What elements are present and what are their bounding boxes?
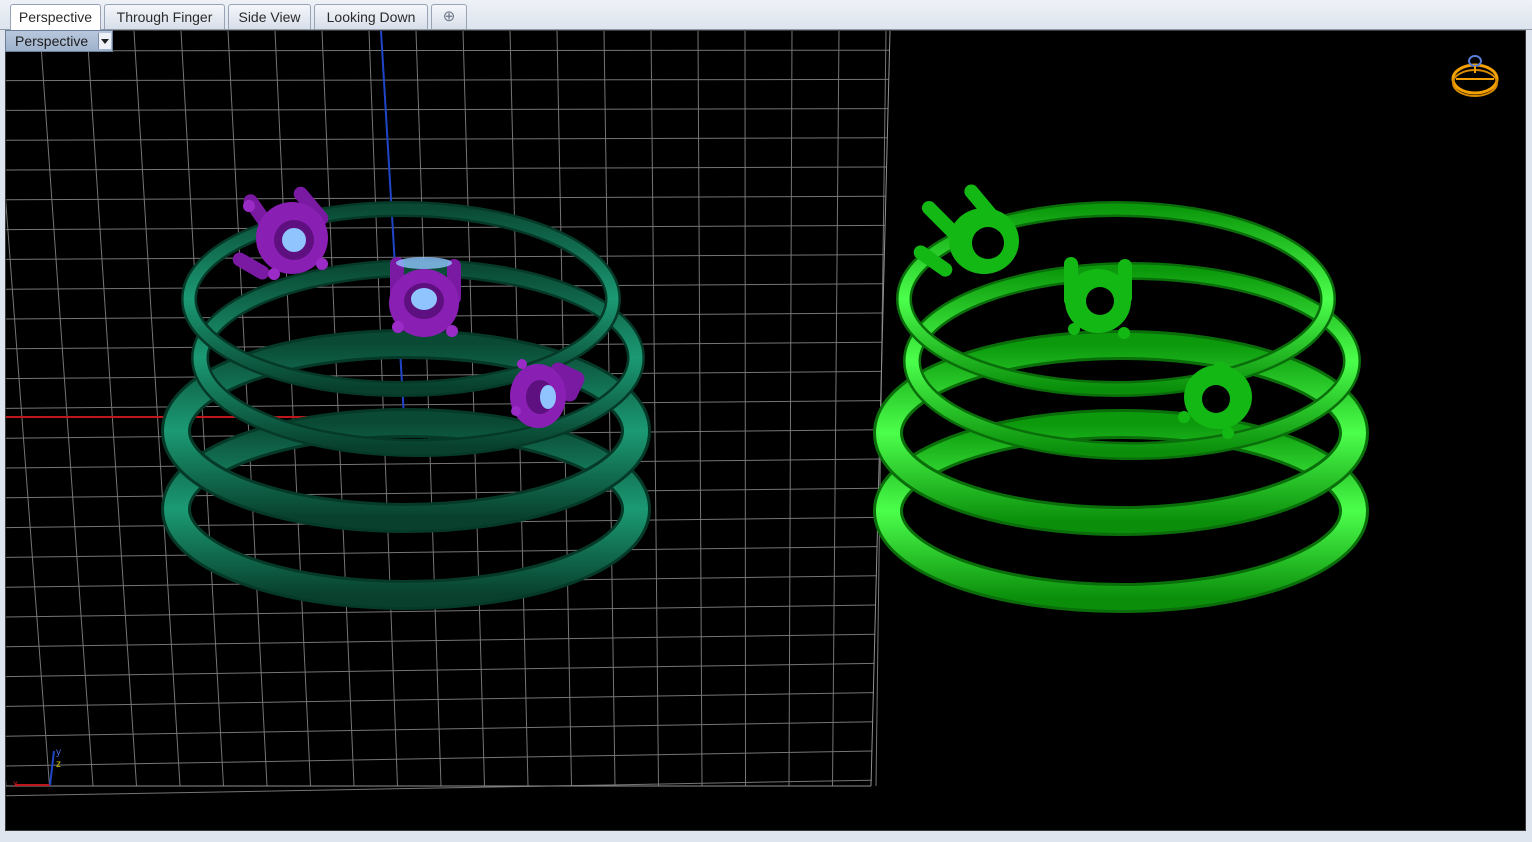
- axis-label-y: y: [56, 747, 61, 758]
- ring-navigator-icon[interactable]: [1449, 53, 1501, 99]
- world-axes-icon: x y z: [13, 747, 61, 789]
- viewport-title-dropdown[interactable]: Perspective: [5, 30, 113, 52]
- grid-line: [697, 31, 703, 787]
- grid-line: [6, 195, 886, 201]
- grid-line: [832, 31, 840, 787]
- grid-line: [6, 49, 890, 52]
- green-setting-middle[interactable]: [1064, 257, 1132, 339]
- grid-line: [6, 137, 888, 141]
- grid-line: [86, 31, 137, 787]
- grid-line: [6, 78, 889, 82]
- grid-line: [6, 370, 882, 380]
- tab-perspective[interactable]: Perspective: [10, 4, 101, 30]
- grid-line: [6, 458, 880, 469]
- grid-line: [6, 224, 886, 231]
- viewport-title: Perspective: [15, 33, 89, 49]
- scene-canvas[interactable]: [6, 31, 1526, 831]
- dropdown-arrow-icon[interactable]: [98, 33, 111, 49]
- axis-label-x: x: [13, 779, 18, 789]
- grid-line: [6, 692, 874, 707]
- grid-line: [6, 400, 881, 409]
- bottom-frame: [0, 831, 1532, 842]
- grid-line: [6, 750, 873, 767]
- tab-side-view[interactable]: Side View: [228, 4, 311, 29]
- grid-line: [650, 31, 659, 787]
- rhino-window: Perspective Through Finger Side View Loo…: [0, 0, 1532, 842]
- tab-looking-down[interactable]: Looking Down: [314, 4, 428, 29]
- viewport-tab-bar: Perspective Through Finger Side View Loo…: [0, 0, 1532, 30]
- grid-line: [6, 166, 887, 171]
- grid-line: [462, 31, 485, 787]
- grid-line: [744, 31, 746, 787]
- grid-line: [6, 254, 885, 260]
- perspective-viewport[interactable]: x y z: [5, 30, 1526, 831]
- grid-line: [788, 31, 793, 787]
- grid-line: [6, 662, 875, 678]
- add-tab-icon[interactable]: ⊕: [431, 4, 467, 29]
- tab-through-finger[interactable]: Through Finger: [104, 4, 225, 29]
- grid-line: [6, 487, 879, 499]
- grid-line: [321, 31, 355, 787]
- axis-label-z: z: [56, 759, 61, 770]
- grid-line: [6, 546, 878, 558]
- green-setting-top-left[interactable]: [911, 182, 1019, 280]
